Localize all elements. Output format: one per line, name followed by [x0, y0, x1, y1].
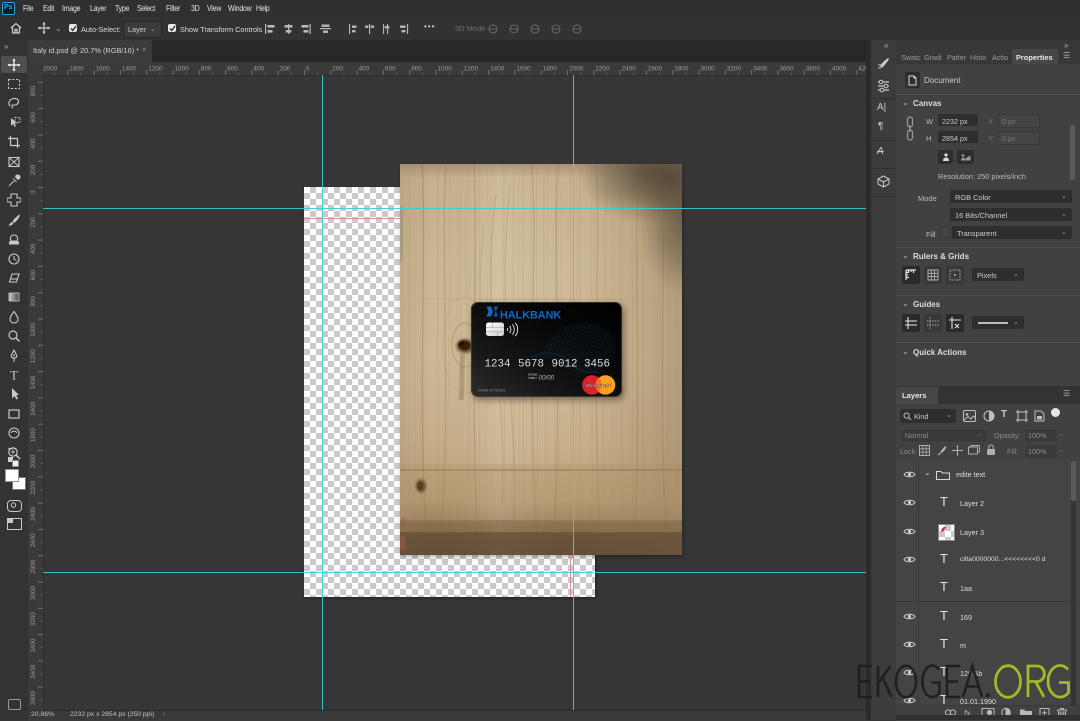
svg-text:0: 0: [306, 66, 310, 73]
svg-text:800: 800: [30, 85, 37, 96]
svg-text:2200: 2200: [595, 66, 610, 73]
svg-text:1200: 1200: [30, 349, 37, 363]
svg-text:T: T: [10, 368, 18, 382]
svg-text:400: 400: [30, 138, 37, 149]
svg-text:3600: 3600: [779, 66, 794, 73]
svg-text:THRU: THRU: [528, 376, 537, 380]
svg-text:2400: 2400: [30, 507, 37, 521]
svg-text:400: 400: [359, 66, 370, 73]
svg-text:1200: 1200: [148, 66, 163, 73]
svg-text:JOHN CITIZEN: JOHN CITIZEN: [477, 388, 505, 393]
svg-text:00/00: 00/00: [538, 375, 554, 382]
svg-text:3200: 3200: [30, 612, 37, 626]
svg-text:4000: 4000: [832, 66, 847, 73]
svg-text:1000: 1000: [30, 322, 37, 336]
svg-text:800: 800: [30, 296, 37, 307]
svg-text:400: 400: [253, 66, 264, 73]
svg-text:2800: 2800: [674, 66, 689, 73]
svg-text:600: 600: [30, 112, 37, 123]
svg-text:1400: 1400: [30, 375, 37, 389]
svg-text:1800: 1800: [30, 428, 37, 442]
svg-text:3600: 3600: [30, 664, 37, 678]
svg-text:MasterCard: MasterCard: [585, 383, 611, 388]
svg-text:1800: 1800: [69, 66, 84, 73]
svg-text:600: 600: [30, 269, 37, 280]
svg-text:600: 600: [227, 66, 238, 73]
svg-text:1200: 1200: [464, 66, 479, 73]
svg-text:2600: 2600: [648, 66, 663, 73]
svg-text:1600: 1600: [30, 401, 37, 415]
svg-text:3400: 3400: [30, 638, 37, 652]
svg-text:800: 800: [411, 66, 422, 73]
svg-text:600: 600: [385, 66, 396, 73]
svg-text:400: 400: [30, 243, 37, 254]
svg-text:3800: 3800: [806, 66, 821, 73]
svg-text:1600: 1600: [516, 66, 531, 73]
svg-text:2800: 2800: [30, 559, 37, 573]
svg-text:1000: 1000: [438, 66, 453, 73]
svg-text:1400: 1400: [490, 66, 505, 73]
svg-text:2400: 2400: [622, 66, 637, 73]
svg-text:3400: 3400: [753, 66, 768, 73]
svg-text:1800: 1800: [543, 66, 558, 73]
svg-text:200: 200: [332, 66, 343, 73]
svg-text:0: 0: [30, 190, 37, 194]
svg-text:1600: 1600: [96, 66, 111, 73]
svg-text:3000: 3000: [30, 585, 37, 599]
svg-text:2000: 2000: [30, 454, 37, 468]
svg-text:2600: 2600: [30, 533, 37, 547]
svg-text:200: 200: [30, 164, 37, 175]
svg-text:3000: 3000: [701, 66, 716, 73]
svg-text:2000: 2000: [43, 66, 58, 73]
svg-text:200: 200: [30, 217, 37, 228]
svg-text:2000: 2000: [569, 66, 584, 73]
svg-text:200: 200: [280, 66, 291, 73]
svg-text:4200: 4200: [858, 66, 866, 73]
svg-text:1000: 1000: [175, 66, 190, 73]
svg-text:1400: 1400: [122, 66, 137, 73]
svg-text:3200: 3200: [727, 66, 742, 73]
svg-text:3800: 3800: [30, 691, 37, 705]
svg-text:2200: 2200: [30, 480, 37, 494]
svg-text:HALKBANK: HALKBANK: [500, 310, 561, 322]
svg-text:800: 800: [201, 66, 212, 73]
